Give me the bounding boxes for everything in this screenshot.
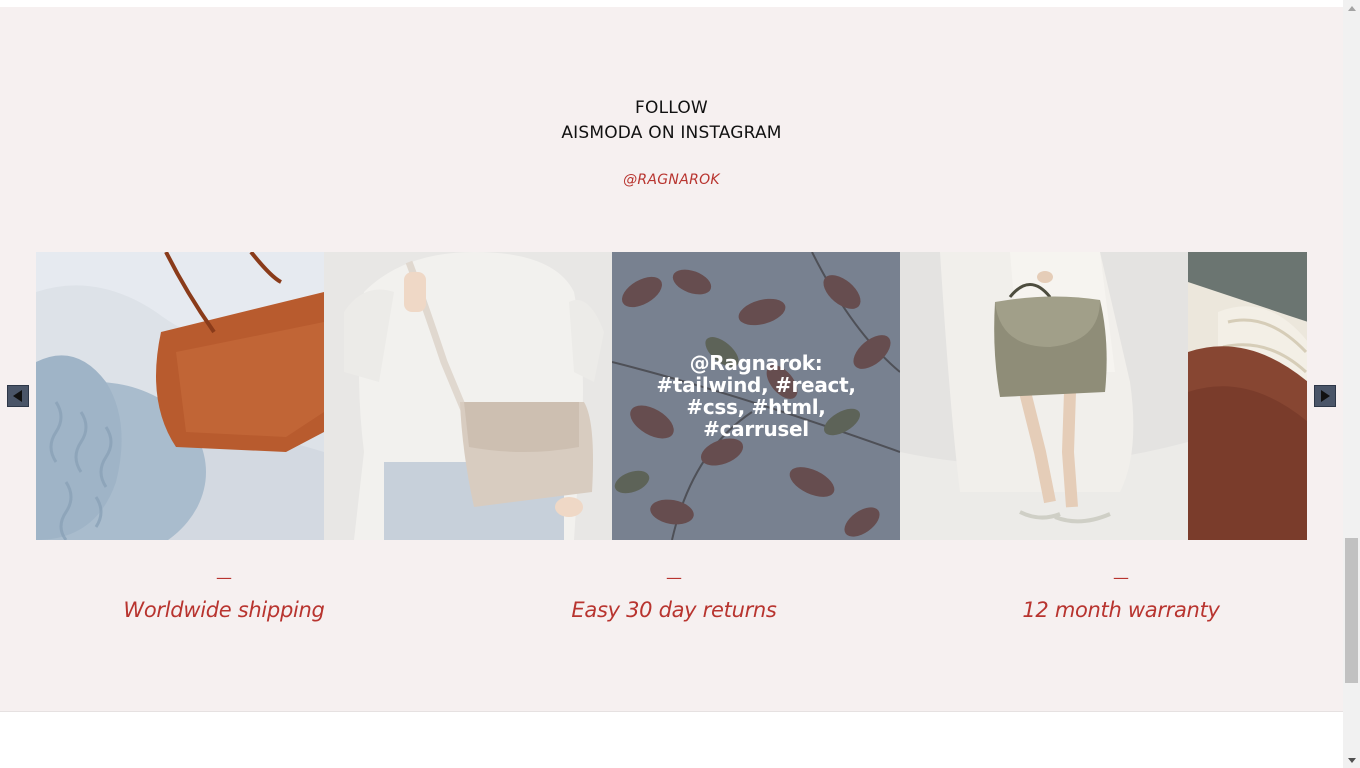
feature-dash: — <box>666 568 682 587</box>
arrow-left-icon <box>13 390 22 402</box>
tile-hover-overlay: @Ragnarok: #tailwind, #react, #css, #htm… <box>612 252 900 540</box>
chevron-up-icon <box>1347 5 1356 11</box>
feature-label: 12 month warranty <box>1022 598 1220 622</box>
feature-label: Worldwide shipping <box>123 598 325 622</box>
heading-line-1: FOLLOW <box>635 98 708 118</box>
instagram-carousel: @Ragnarok: #tailwind, #react, #css, #htm… <box>36 252 1307 540</box>
footer-area <box>0 712 1343 768</box>
scroll-up-button[interactable] <box>1343 0 1360 16</box>
carousel-prev-button[interactable] <box>7 385 29 407</box>
section-heading: FOLLOW AISMODA ON INSTAGRAM <box>0 96 1343 146</box>
chevron-down-icon <box>1347 757 1356 763</box>
overlay-caption: @Ragnarok: #tailwind, #react, #css, #htm… <box>656 351 856 441</box>
carousel-tile-4[interactable] <box>900 252 1188 540</box>
feature-shipping: — Worldwide shipping <box>34 568 414 622</box>
carousel-tile-5[interactable] <box>1188 252 1307 540</box>
feature-dash: — <box>1113 568 1129 587</box>
feature-label: Easy 30 day returns <box>571 598 777 622</box>
heading-line-2: AISMODA ON INSTAGRAM <box>561 123 782 143</box>
feature-dash: — <box>216 568 232 587</box>
carousel-tile-1[interactable] <box>36 252 324 540</box>
carousel-tile-2[interactable] <box>324 252 612 540</box>
tote-bag-photo <box>36 252 324 540</box>
top-strip <box>0 0 1343 7</box>
instagram-handle-link[interactable]: @RAGNAROK <box>0 172 1343 188</box>
arrow-right-icon <box>1321 390 1330 402</box>
brown-bag-photo <box>1188 252 1307 540</box>
feature-warranty: — 12 month warranty <box>931 568 1311 622</box>
carousel-next-button[interactable] <box>1314 385 1336 407</box>
shoulder-bag-photo <box>324 252 612 540</box>
olive-handbag-photo <box>900 252 1188 540</box>
carousel-tile-3[interactable]: @Ragnarok: #tailwind, #react, #css, #htm… <box>612 252 900 540</box>
feature-returns: — Easy 30 day returns <box>484 568 864 622</box>
scroll-down-button[interactable] <box>1343 752 1360 768</box>
scrollbar-thumb[interactable] <box>1345 538 1358 683</box>
